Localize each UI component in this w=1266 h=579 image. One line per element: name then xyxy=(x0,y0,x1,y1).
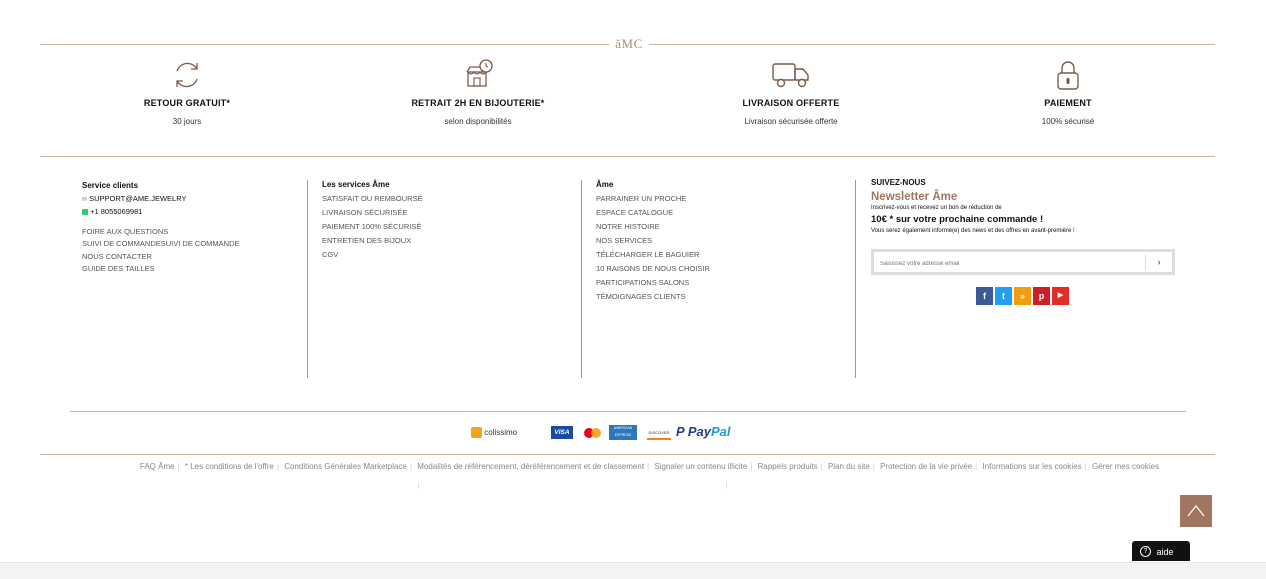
legal-links: FAQ Âme | * Les conditions de l'offre | Co… xyxy=(139,462,1160,471)
youtube-icon[interactable]: ▶ xyxy=(1052,287,1069,305)
footer-column-service-clients: Service clients ✉ SUPPORT@AME.JEWELRY +1… xyxy=(82,180,240,276)
link-cgv[interactable]: CGV xyxy=(322,248,423,262)
link-catalogue[interactable]: ESPACE CATALOGUE xyxy=(596,206,710,220)
email-link[interactable]: SUPPORT@AME.JEWELRY xyxy=(89,194,186,203)
link-satisfied-refunded[interactable]: SATISFAIT OU REMBOURSÉ xyxy=(322,192,423,206)
link-sponsor[interactable]: PARRAINER UN PROCHE xyxy=(596,192,710,206)
newsletter-submit-button[interactable]: › xyxy=(1145,254,1172,270)
feature-title: RETOUR GRATUIT* xyxy=(143,98,231,108)
legal-separator-mark xyxy=(726,482,727,489)
footer-column-newsletter: SUIVEZ-NOUS Newsletter Âme Inscrivez-vou… xyxy=(871,178,1075,234)
legal-link[interactable]: Signaler un contenu illicite xyxy=(654,462,747,471)
link-our-services[interactable]: NOS SERVICES xyxy=(596,234,710,248)
link-faq[interactable]: FOIRE AUX QUESTIONS xyxy=(82,226,240,239)
feature-subtitle: 30 jours xyxy=(172,117,202,126)
feature-subtitle: Livraison sécurisée offerte xyxy=(744,117,838,126)
feature-secure-payment: PAIEMENT 100% sécurisé xyxy=(948,58,1188,126)
newsletter-info: Vous serez également informé(e) des news… xyxy=(871,228,1075,234)
features-divider xyxy=(40,156,1215,157)
feature-title: RETRAIT 2H EN BIJOUTERIE* xyxy=(411,98,545,108)
legal-link[interactable]: Rappels produits xyxy=(758,462,818,471)
mail-icon: ✉ xyxy=(82,196,88,203)
bottom-bar xyxy=(0,562,1266,579)
whatsapp-icon xyxy=(82,209,88,216)
follow-title: SUIVEZ-NOUS xyxy=(871,178,926,187)
colissimo-box-icon xyxy=(471,427,482,438)
newsletter-email-input[interactable] xyxy=(878,260,1142,268)
feature-store-pickup: RETRAIT 2H EN BIJOUTERIE* selon disponib… xyxy=(358,58,598,126)
scroll-to-top-button[interactable] xyxy=(1180,495,1212,527)
link-contact[interactable]: NOUS CONTACTER xyxy=(82,251,240,264)
link-salons[interactable]: PARTICIPATIONS SALONS xyxy=(596,276,710,290)
link-jewelry-care[interactable]: ENTRETIEN DES BIJOUX xyxy=(322,234,423,248)
feature-subtitle: selon disponibilités xyxy=(444,117,512,126)
amex-logo: AMERICAN EXPRESS xyxy=(609,425,637,440)
discover-logo: DISCOVER xyxy=(647,428,671,440)
link-ring-sizer[interactable]: TÉLÉCHARGER LE BAGUIER xyxy=(596,248,710,262)
colissimo-logo: colissimo xyxy=(471,427,517,438)
legal-link[interactable]: Protection de la vie privée xyxy=(880,462,972,471)
twitter-icon[interactable]: t xyxy=(995,287,1012,305)
chevron-up-icon xyxy=(1187,505,1205,517)
help-icon: ? xyxy=(1140,546,1151,558)
link-testimonials[interactable]: TÉMOIGNAGES CLIENTS xyxy=(596,290,710,304)
paypal-logo: P PayPal xyxy=(676,424,731,439)
visa-logo: VISA xyxy=(551,426,573,439)
newsletter-intro: Inscrivez-vous et recevez un bon de rédu… xyxy=(871,205,1002,211)
feature-free-return: RETOUR GRATUIT* 30 jours xyxy=(67,58,307,126)
footer-column-services: Les services Âme SATISFAIT OU REMBOURSÉ … xyxy=(322,178,423,262)
legal-link[interactable]: FAQ Âme xyxy=(140,462,175,471)
column-title: Les services Âme xyxy=(322,180,390,189)
legal-link[interactable]: Informations sur les cookies xyxy=(982,462,1081,471)
phone-link[interactable]: +1 8055069981 xyxy=(90,207,142,216)
legal-link[interactable]: Conditions Générales Marketplace xyxy=(284,462,407,471)
newsletter-offer: 10€ * sur votre prochaine commande ! xyxy=(871,214,1044,225)
refresh-icon xyxy=(176,62,198,88)
brand-logo[interactable]: ăMC xyxy=(609,36,649,52)
link-secure-delivery[interactable]: LIVRAISON SÉCURISÉE xyxy=(322,206,423,220)
truck-icon xyxy=(772,63,809,88)
legal-link[interactable]: Gérer mes cookies xyxy=(1092,462,1159,471)
link-size-guide[interactable]: GUIDE DES TAILLES xyxy=(82,263,240,276)
phone-row[interactable]: +1 8055069981 xyxy=(82,206,240,219)
legal-link[interactable]: * Les conditions de l'offre xyxy=(185,462,274,471)
pinterest-icon[interactable]: p xyxy=(1033,287,1050,305)
legal-link[interactable]: Modalités de référencement, déréférencem… xyxy=(417,462,644,471)
paypal-p-icon: P xyxy=(676,424,685,439)
facebook-icon[interactable]: f xyxy=(976,287,993,305)
email-row[interactable]: ✉ SUPPORT@AME.JEWELRY xyxy=(82,193,240,207)
store-clock-icon xyxy=(466,59,493,87)
newsletter-title: Newsletter Âme xyxy=(871,191,958,203)
column-divider xyxy=(855,180,856,378)
link-10-reasons[interactable]: 10 RAISONS DE NOUS CHOISIR xyxy=(596,262,710,276)
feature-subtitle: 100% sécurisé xyxy=(1041,117,1095,126)
legal-separator-mark xyxy=(418,482,419,489)
help-button[interactable]: ? aide xyxy=(1132,541,1190,561)
column-title: Service clients xyxy=(82,181,139,190)
footer-column-ame: Âme PARRAINER UN PROCHE ESPACE CATALOGUE… xyxy=(596,178,710,304)
feature-title: PAIEMENT xyxy=(1044,98,1092,108)
legal-link[interactable]: Plan du site xyxy=(828,462,870,471)
legal-divider xyxy=(40,454,1215,455)
link-order-tracking[interactable]: SUIVI DE COMMANDESUIVI DE COMMANDE xyxy=(82,238,240,251)
feature-title: LIVRAISON OFFERTE xyxy=(742,98,840,108)
column-divider xyxy=(581,180,582,378)
column-divider xyxy=(307,180,308,378)
newsletter-form: › xyxy=(871,249,1175,275)
link-secure-payment[interactable]: PAIEMENT 100% SÉCURISÉ xyxy=(322,220,423,234)
lock-icon xyxy=(1057,61,1079,90)
payments-divider xyxy=(70,411,1186,412)
link-history[interactable]: NOTRE HISTOIRE xyxy=(596,220,710,234)
column-title: Âme xyxy=(596,180,614,189)
feature-free-delivery: LIVRAISON OFFERTE Livraison sécurisée of… xyxy=(671,58,911,126)
mastercard-logo xyxy=(584,428,602,438)
rss-icon[interactable]: » xyxy=(1014,287,1031,305)
